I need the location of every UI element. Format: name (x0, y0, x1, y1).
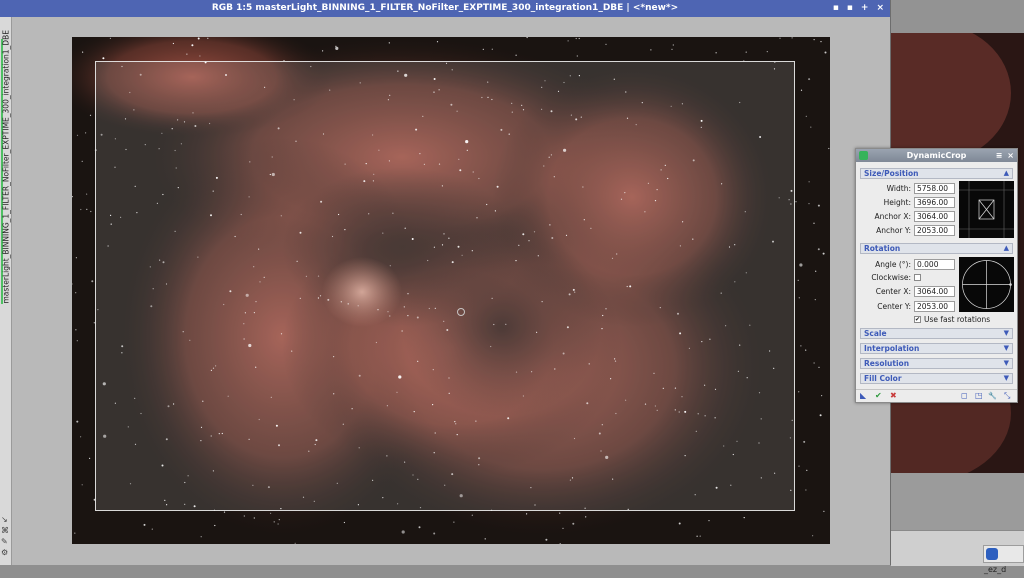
pixinsight-logo-icon (859, 151, 868, 160)
edit-tool-icon[interactable]: ✎ (1, 538, 9, 546)
expand-icon[interactable]: ▼ (1004, 359, 1009, 368)
image-window: RGB 1:5 masterLight_BINNING_1_FILTER_NoF… (0, 0, 891, 565)
section-scale-label: Scale (864, 329, 887, 338)
angle-label: Angle (°): (875, 260, 911, 269)
reset-icon[interactable]: ⤡ (1004, 391, 1010, 401)
crop-center-marker[interactable] (457, 308, 465, 316)
close-window-button[interactable]: × (876, 0, 884, 17)
section-rotation-label: Rotation (864, 244, 901, 253)
center-y-field[interactable]: 2053.00 (914, 301, 955, 312)
dynamic-crop-titlebar[interactable]: DynamicCrop ≡ × (856, 149, 1017, 162)
section-size-position-label: Size/Position (864, 169, 919, 178)
rotation-preview[interactable] (959, 257, 1014, 312)
section-interpolation[interactable]: Interpolation ▼ (860, 343, 1013, 354)
shaded-window-label: _ez_d (984, 565, 1007, 574)
expand-icon[interactable]: ▼ (1004, 374, 1009, 383)
crop-rectangle[interactable] (95, 61, 795, 511)
cancel-icon[interactable]: ✖ (890, 391, 897, 401)
height-field[interactable]: 3696.00 (914, 197, 955, 208)
minimize-window-button[interactable]: ▪ (847, 0, 853, 17)
preferences-icon[interactable]: 🔧 (988, 391, 997, 401)
center-y-label: Center Y: (877, 302, 911, 311)
image-window-titlebar[interactable]: RGB 1:5 masterLight_BINNING_1_FILTER_NoF… (0, 0, 890, 17)
execute-icon[interactable]: ✔ (875, 391, 882, 401)
anchor-y-field[interactable]: 2053.00 (914, 225, 955, 236)
shade-dialog-button[interactable]: ≡ (996, 149, 1003, 162)
anchor-x-field[interactable]: 3064.00 (914, 211, 955, 222)
workspace-background (891, 473, 1024, 530)
section-resolution-label: Resolution (864, 359, 910, 368)
section-interpolation-label: Interpolation (864, 344, 920, 353)
shaded-window-icon[interactable]: _ez_d (983, 545, 1024, 574)
fast-rotations-label: Use fast rotations (924, 315, 991, 324)
process-icon (986, 548, 998, 560)
collapse-icon[interactable]: ▲ (1004, 244, 1009, 253)
view-identifier-tab[interactable]: masterLight_BINNING_1_FILTER_NoFilter_EX… (1, 30, 12, 304)
dialog-footer: ◣ ✔ ✖ ◻ ◳ 🔧 ⤡ (856, 389, 1017, 403)
section-rotation[interactable]: Rotation ▲ (860, 243, 1013, 254)
clockwise-checkbox[interactable] (914, 274, 921, 281)
arrow-tool-icon[interactable]: ↘ (1, 516, 9, 524)
track-view-icon[interactable]: ◳ (975, 391, 983, 401)
clockwise-label: Clockwise: (871, 273, 911, 282)
maximize-window-button[interactable]: + (861, 0, 869, 17)
collapse-icon[interactable]: ▲ (1004, 169, 1009, 178)
image-window-title: RGB 1:5 masterLight_BINNING_1_FILTER_NoF… (211, 3, 679, 13)
size-position-preview[interactable] (959, 181, 1014, 238)
fast-rotations-checkbox[interactable]: ✔ (914, 316, 921, 323)
section-size-position[interactable]: Size/Position ▲ (860, 168, 1013, 179)
section-resolution[interactable]: Resolution ▼ (860, 358, 1013, 369)
workspace-background (891, 0, 1024, 33)
expand-icon[interactable]: ▼ (1004, 329, 1009, 338)
section-fill-color[interactable]: Fill Color ▼ (860, 373, 1013, 384)
close-dialog-button[interactable]: × (1007, 149, 1014, 162)
new-instance-icon[interactable]: ◣ (860, 391, 866, 401)
image-side-tab[interactable]: masterLight_BINNING_1_FILTER_NoFilter_EX… (0, 17, 12, 565)
anchor-x-label: Anchor X: (874, 212, 911, 221)
width-field[interactable]: 5758.00 (914, 183, 955, 194)
section-scale[interactable]: Scale ▼ (860, 328, 1013, 339)
center-x-label: Center X: (875, 287, 911, 296)
dynamic-crop-dialog: DynamicCrop ≡ × Size/Position ▲ Width: 5… (855, 148, 1018, 403)
image-canvas-area[interactable] (12, 17, 890, 565)
anchor-y-label: Anchor Y: (876, 226, 911, 235)
dynamic-crop-title: DynamicCrop (906, 151, 967, 160)
nebula-image[interactable] (72, 37, 830, 544)
shade-window-button[interactable]: ▪ (833, 0, 839, 17)
browse-documentation-icon[interactable]: ◻ (961, 391, 968, 401)
width-label: Width: (886, 184, 911, 193)
view-identifier-label: masterLight_BINNING_1_FILTER_NoFilter_EX… (1, 30, 11, 304)
angle-field[interactable]: 0.000 (914, 259, 955, 270)
height-label: Height: (883, 198, 911, 207)
settings-tool-icon[interactable]: ⚙ (1, 549, 9, 557)
expand-icon[interactable]: ▼ (1004, 344, 1009, 353)
section-fill-color-label: Fill Color (864, 374, 902, 383)
link-tool-icon[interactable]: ⌘ (1, 527, 9, 535)
center-x-field[interactable]: 3064.00 (914, 286, 955, 297)
